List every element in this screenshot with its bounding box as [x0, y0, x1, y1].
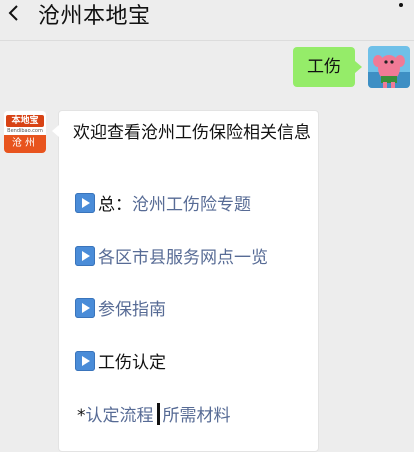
materials-link[interactable]: 所需材料 [163, 406, 231, 426]
avatar-logo-area: 本地宝 Bendibao.com [4, 111, 46, 135]
menu-item-service-points[interactable]: 各区市县服务网点一览 [75, 246, 268, 270]
play-icon [75, 298, 95, 318]
play-icon [75, 351, 95, 371]
menu-item-guide[interactable]: 参保指南 [75, 298, 166, 322]
page-title: 沧州本地宝 [38, 4, 151, 29]
intro-text: 欢迎查看沧州工伤保险相关信息 [73, 123, 311, 143]
avatar-domain: Bendibao.com [7, 128, 43, 134]
item-prefix: 总： [98, 195, 132, 215]
incoming-message-card: 欢迎查看沧州工伤保险相关信息 总：沧州工伤险专题 各区市县服务网点一览 参保指南… [52, 110, 319, 452]
topic-link[interactable]: 沧州工伤险专题 [132, 195, 251, 215]
separator-bar [156, 403, 160, 425]
play-icon [75, 193, 95, 213]
play-icon [75, 246, 95, 266]
outgoing-message[interactable]: 工伤 [293, 47, 362, 87]
menu-item-topic[interactable]: 总：沧州工伤险专题 [75, 193, 251, 217]
bullet-star: * [77, 406, 86, 426]
chevron-left-icon[interactable] [6, 3, 20, 23]
service-points-link[interactable]: 各区市县服务网点一览 [98, 248, 268, 268]
avatar-city: 沧州 [4, 135, 46, 153]
more-icon[interactable] [396, 0, 406, 10]
bot-avatar[interactable]: 本地宝 Bendibao.com 沧州 [4, 111, 46, 153]
menu-item-recognition: 工伤认定 [75, 351, 166, 375]
process-link[interactable]: 认定流程 [86, 406, 154, 426]
guide-link[interactable]: 参保指南 [98, 300, 166, 320]
user-avatar[interactable] [368, 46, 410, 88]
header-bar: 沧州本地宝 [0, 0, 414, 41]
sub-links: *认定流程 所需材料 [77, 403, 231, 427]
avatar-brand: 本地宝 [6, 115, 44, 127]
recognition-label: 工伤认定 [98, 353, 166, 373]
